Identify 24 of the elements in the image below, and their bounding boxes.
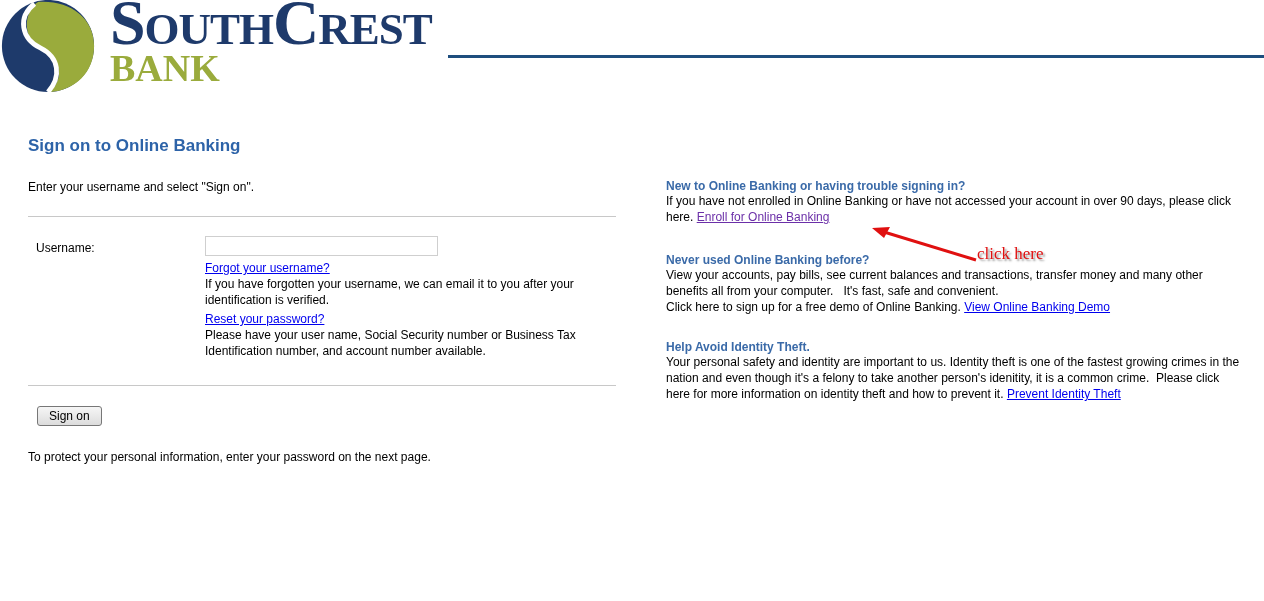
page-title: Sign on to Online Banking bbox=[28, 136, 242, 156]
section-heading: New to Online Banking or having trouble signing in? bbox=[666, 179, 966, 193]
help-link[interactable]: Forgot your username? bbox=[205, 261, 330, 275]
help-link[interactable]: Reset your password? bbox=[205, 312, 325, 326]
bank-name-subtitle: BANK bbox=[110, 50, 221, 86]
bank-name: SouthCrest bbox=[110, 0, 432, 50]
help-text: If you have forgotten your username, we can email it to you after your identification is verified. bbox=[205, 276, 575, 308]
password-note: To protect your personal information, enter your password on the next page. bbox=[28, 450, 432, 464]
section-paragraph: If you have not enrolled in Online Banking or have not accessed your account in over 90 days, please click here. Enroll for Online Banking bbox=[666, 193, 1232, 225]
section-heading: Help Avoid Identity Theft. bbox=[666, 340, 810, 354]
info-link[interactable]: Prevent Identity Theft bbox=[1006, 387, 1121, 401]
annotation-label: click here bbox=[977, 244, 1044, 264]
username-label: Username: bbox=[36, 240, 96, 257]
logo-mark-icon bbox=[0, 0, 96, 94]
username-field[interactable] bbox=[205, 236, 438, 256]
info-link[interactable]: Enroll for Online Banking bbox=[696, 210, 830, 224]
section-paragraph: Click here to sign up for a free demo of Online Banking. View Online Banking Demo bbox=[666, 299, 1112, 315]
section-paragraph: Your personal safety and identity are important to us. Identity theft is one of the fastest growing crimes in the nation and even though it's a felony to take another person's idenitity, it is a common crime. Please click here for more information on identity theft and how to prevent it. Prevent Identity Theft bbox=[666, 354, 1241, 402]
section-paragraph: View your accounts, pay bills, see current balances and transactions, transfer money and many other benefits all from your computer. It's fast, safe and convenient. bbox=[666, 267, 1204, 299]
section-heading: Never used Online Banking before? bbox=[666, 253, 870, 267]
instruction-text: Enter your username and select "Sign on". bbox=[28, 180, 255, 194]
sign-on-button[interactable]: Sign on bbox=[37, 406, 102, 426]
info-link[interactable]: View Online Banking Demo bbox=[964, 300, 1111, 314]
help-text: Please have your user name, Social Security number or Business Tax Identification number, and account number available. bbox=[205, 327, 577, 359]
